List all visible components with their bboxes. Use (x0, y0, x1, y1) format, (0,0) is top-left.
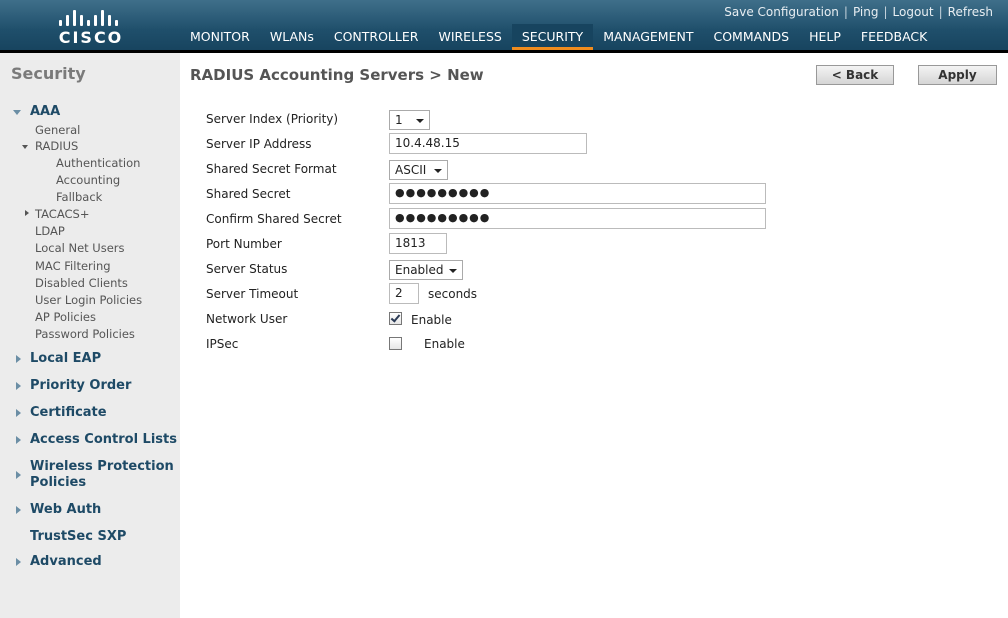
save-configuration-link[interactable]: Save Configuration (719, 5, 844, 19)
sidebar-item-ldap[interactable]: LDAP (35, 224, 65, 238)
sidebar-item-user-login-policies[interactable]: User Login Policies (35, 293, 142, 307)
sidebar-item-tacacs[interactable]: TACACS+ (35, 207, 89, 221)
sidebar-item-trustsec-sxp[interactable]: TrustSec SXP (30, 529, 126, 544)
shared-secret-input[interactable]: ●●●●●●●●● (389, 183, 766, 204)
sidebar-item-accounting[interactable]: Accounting (56, 173, 120, 187)
server-status-value: Enabled (395, 263, 444, 277)
collapsed-arrow-icon[interactable] (16, 558, 21, 566)
collapsed-arrow-icon[interactable] (25, 210, 29, 216)
collapsed-arrow-icon[interactable] (16, 382, 21, 390)
server-index-value: 1 (395, 113, 403, 127)
network-user-label: Network User (206, 312, 288, 326)
timeout-unit-label: seconds (428, 287, 478, 301)
main-nav: MONITOR WLANs CONTROLLER WIRELESS SECURI… (180, 24, 937, 50)
ipsec-checkbox[interactable] (389, 337, 402, 350)
collapsed-arrow-icon[interactable] (16, 506, 21, 514)
sidebar-item-disabled-clients[interactable]: Disabled Clients (35, 276, 128, 290)
sidebar: Security AAA General RADIUS Authenticati… (0, 53, 180, 618)
secret-format-select[interactable]: ASCII (389, 160, 448, 180)
nav-security[interactable]: SECURITY (511, 24, 594, 50)
back-button[interactable]: < Back (816, 65, 894, 85)
server-index-select[interactable]: 1 (389, 110, 430, 130)
secret-format-label: Shared Secret Format (206, 162, 337, 176)
sidebar-item-wireless-protection-policies[interactable]: Wireless Protection (30, 459, 174, 474)
sidebar-item-local-eap[interactable]: Local EAP (30, 351, 101, 366)
nav-commands[interactable]: COMMANDS (703, 24, 799, 50)
nav-monitor[interactable]: MONITOR (180, 24, 260, 50)
sidebar-item-access-control-lists[interactable]: Access Control Lists (30, 432, 177, 447)
top-header: CISCO Save Configuration | Ping | Logout… (0, 0, 1008, 50)
server-index-label: Server Index (Priority) (206, 112, 339, 126)
server-timeout-input[interactable]: 2 (389, 283, 419, 304)
shared-secret-label: Shared Secret (206, 187, 291, 201)
sidebar-title: Security (11, 64, 86, 83)
secret-format-value: ASCII (395, 163, 427, 177)
logo-text: CISCO (58, 28, 124, 47)
expanded-arrow-icon[interactable] (13, 110, 21, 115)
refresh-link[interactable]: Refresh (943, 5, 998, 19)
sidebar-item-advanced[interactable]: Advanced (30, 554, 102, 569)
collapsed-arrow-icon[interactable] (16, 471, 21, 479)
network-user-enable-label: Enable (411, 313, 452, 327)
apply-button[interactable]: Apply (918, 65, 997, 85)
dropdown-caret-icon (434, 169, 442, 173)
sidebar-item-fallback[interactable]: Fallback (56, 190, 102, 204)
sidebar-item-radius[interactable]: RADIUS (35, 139, 78, 153)
sidebar-item-priority-order[interactable]: Priority Order (30, 378, 131, 393)
checkmark-icon (390, 312, 401, 323)
confirm-secret-input[interactable]: ●●●●●●●●● (389, 208, 766, 229)
top-links: Save Configuration | Ping | Logout | Ref… (719, 4, 998, 20)
port-number-label: Port Number (206, 237, 282, 251)
collapsed-arrow-icon[interactable] (16, 355, 21, 363)
nav-help[interactable]: HELP (799, 24, 851, 50)
sidebar-item-local-net-users[interactable]: Local Net Users (35, 241, 125, 255)
nav-wireless[interactable]: WIRELESS (428, 24, 511, 50)
nav-feedback[interactable]: FEEDBACK (851, 24, 937, 50)
sidebar-item-password-policies[interactable]: Password Policies (35, 327, 135, 341)
server-ip-input[interactable]: 10.4.48.15 (389, 133, 587, 154)
nav-management[interactable]: MANAGEMENT (593, 24, 703, 50)
ping-link[interactable]: Ping (848, 5, 884, 19)
sidebar-item-mac-filtering[interactable]: MAC Filtering (35, 259, 111, 273)
ipsec-label: IPSec (206, 337, 239, 351)
sidebar-item-certificate[interactable]: Certificate (30, 405, 107, 420)
ipsec-enable-label: Enable (424, 337, 465, 351)
server-status-select[interactable]: Enabled (389, 260, 463, 280)
cisco-logo-bars-icon (57, 6, 125, 26)
server-status-label: Server Status (206, 262, 288, 276)
sidebar-item-general[interactable]: General (35, 123, 80, 137)
collapsed-arrow-icon[interactable] (16, 409, 21, 417)
page-title: RADIUS Accounting Servers > New (190, 66, 484, 84)
sidebar-item-authentication[interactable]: Authentication (56, 156, 140, 170)
dropdown-caret-icon (416, 119, 424, 123)
sidebar-item-web-auth[interactable]: Web Auth (30, 502, 101, 517)
nav-wlans[interactable]: WLANs (260, 24, 324, 50)
nav-controller[interactable]: CONTROLLER (324, 24, 429, 50)
server-ip-label: Server IP Address (206, 137, 312, 151)
cisco-logo: CISCO (55, 6, 127, 47)
port-number-input[interactable]: 1813 (389, 233, 447, 254)
network-user-checkbox[interactable] (389, 312, 402, 325)
dropdown-caret-icon (449, 269, 457, 273)
sidebar-item-aaa[interactable]: AAA (30, 104, 60, 119)
server-timeout-label: Server Timeout (206, 287, 299, 301)
logout-link[interactable]: Logout (888, 5, 939, 19)
expanded-arrow-icon[interactable] (22, 145, 28, 149)
confirm-secret-label: Confirm Shared Secret (206, 212, 342, 226)
sidebar-item-ap-policies[interactable]: AP Policies (35, 310, 96, 324)
collapsed-arrow-icon[interactable] (16, 436, 21, 444)
sidebar-item-wireless-protection-policies-line2[interactable]: Policies (30, 475, 86, 490)
